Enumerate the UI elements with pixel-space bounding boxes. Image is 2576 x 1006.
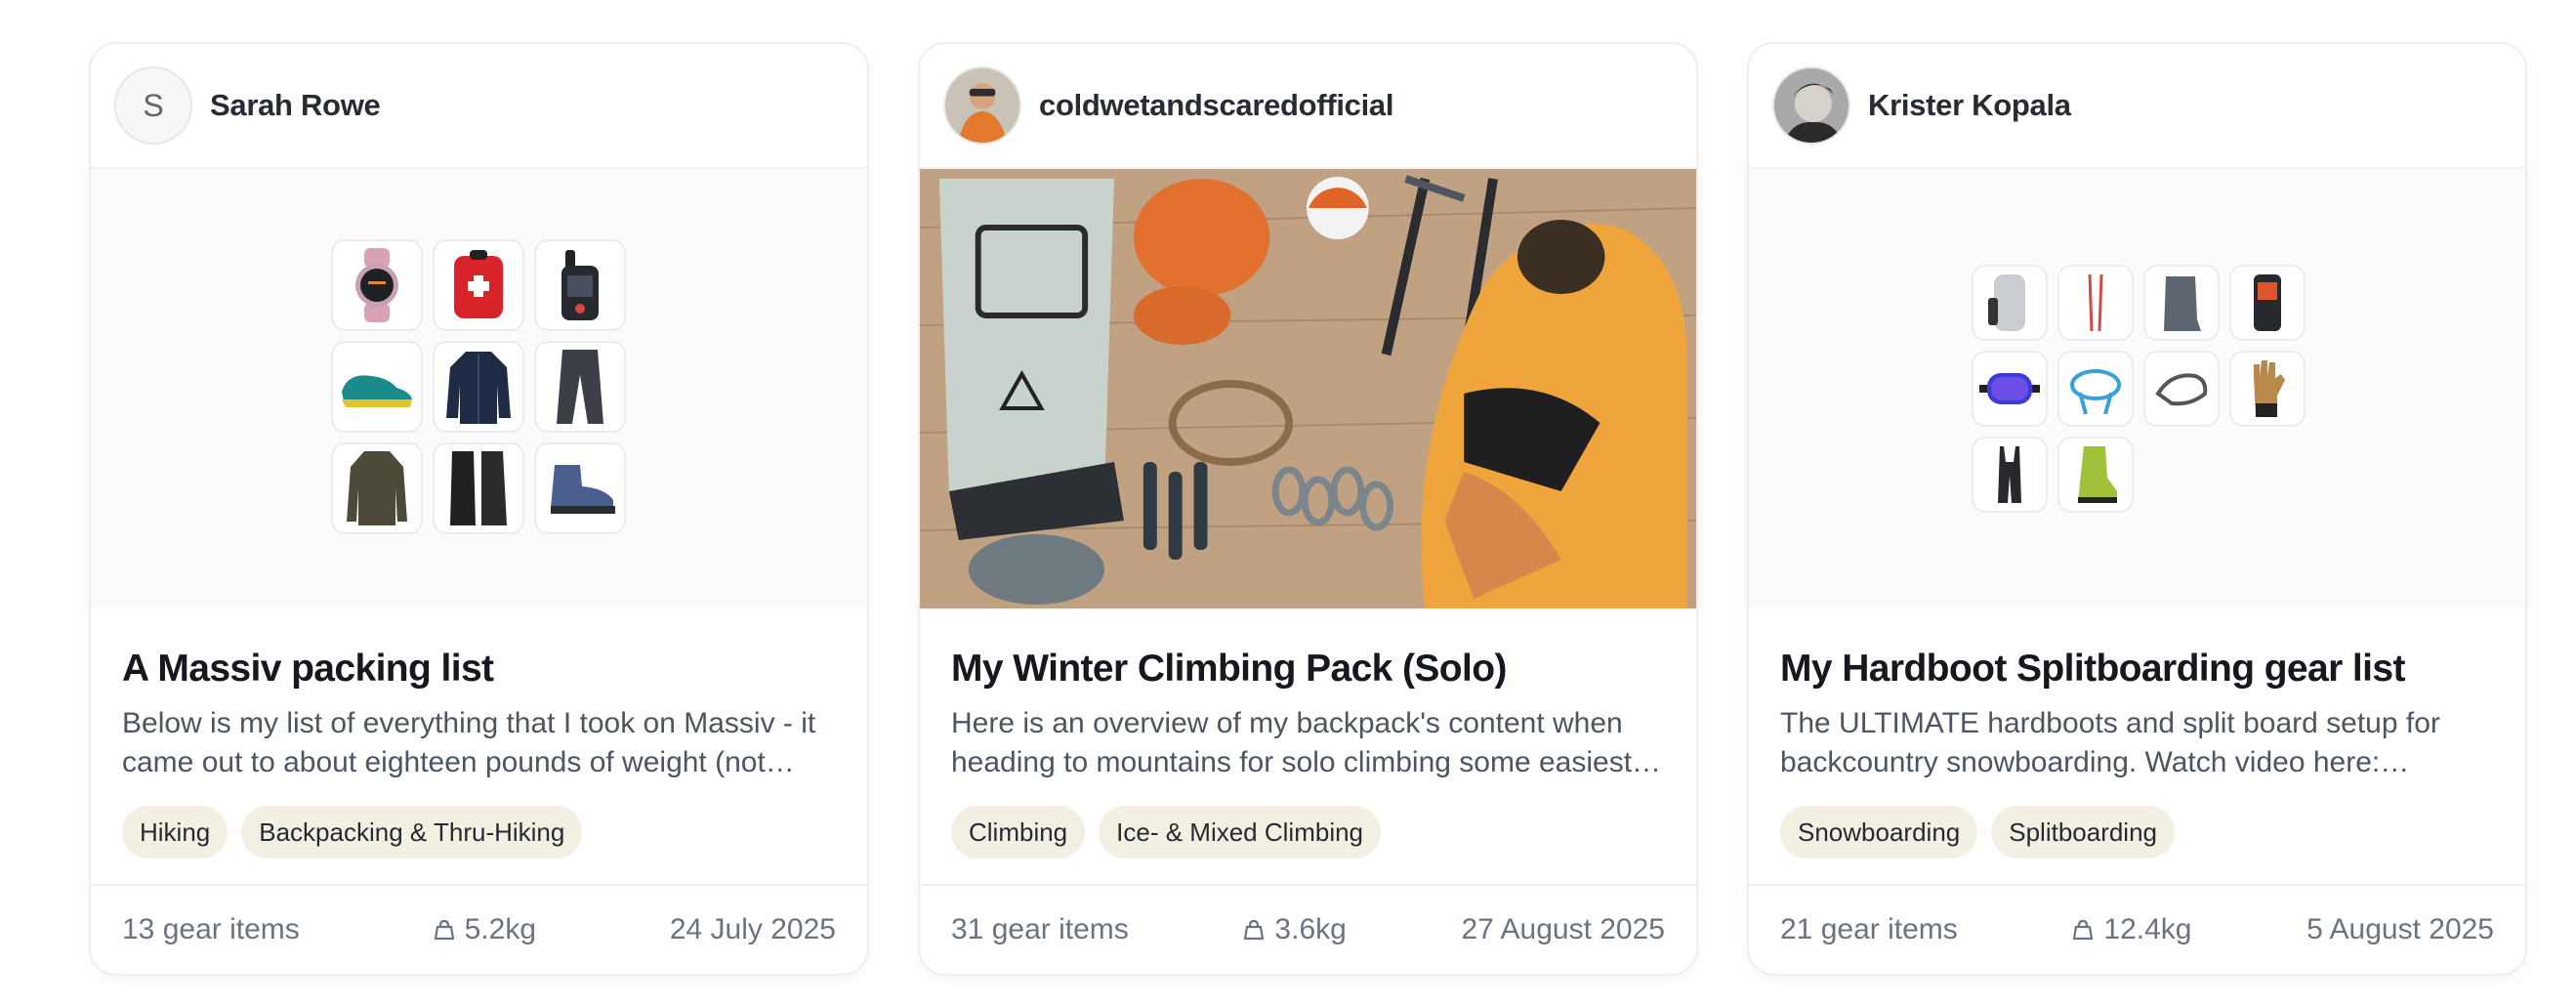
goggles-icon xyxy=(1972,351,2048,427)
tag[interactable]: Ice- & Mixed Climbing xyxy=(1099,806,1382,859)
gaiters-icon xyxy=(433,442,524,534)
gear-photo[interactable] xyxy=(920,169,1696,608)
weight-icon xyxy=(2073,919,2094,941)
card-header: coldwetandscaredofficial xyxy=(920,44,1696,169)
card-header: S Sarah Rowe xyxy=(91,44,867,169)
tag[interactable]: Snowboarding xyxy=(1780,806,1978,859)
pants-icon xyxy=(534,341,626,433)
avalanche-beacon-icon xyxy=(2229,265,2306,341)
list-date: 5 August 2025 xyxy=(2306,913,2494,945)
list-description: Here is an overview of my backpack's con… xyxy=(951,704,1665,782)
gps-device-icon xyxy=(534,239,626,331)
harness-icon xyxy=(2057,351,2134,427)
hiking-boot-icon xyxy=(534,442,626,534)
gear-list-card[interactable]: S Sarah Rowe A Massiv packing list Below… xyxy=(89,42,869,976)
user-photo-icon xyxy=(945,68,1019,143)
description-text: Below is my list of everything that I to… xyxy=(122,707,816,778)
card-header: Krister Kopala xyxy=(1749,44,2525,169)
gear-collage[interactable] xyxy=(91,169,867,608)
gear-count: 21 gear items xyxy=(1780,913,1958,945)
description-text: The ULTIMATE hardboots and split board s… xyxy=(1780,707,2440,778)
list-date: 24 July 2025 xyxy=(669,913,836,945)
user-photo-icon xyxy=(1774,68,1849,143)
watch-icon xyxy=(331,239,423,331)
gear-collage[interactable] xyxy=(1749,169,2525,608)
gear-count: 13 gear items xyxy=(122,913,300,945)
boot-liner-icon xyxy=(2143,265,2220,341)
weight-icon xyxy=(1244,919,1265,941)
list-description: Below is my list of everything that I to… xyxy=(122,704,836,782)
weight-stat: 5.2kg xyxy=(434,913,536,946)
author-name[interactable]: coldwetandscaredofficial xyxy=(1039,88,1393,123)
weight-stat: 3.6kg xyxy=(1243,913,1347,946)
poles-icon xyxy=(2057,265,2134,341)
list-title[interactable]: A Massiv packing list xyxy=(122,648,836,691)
weight-value: 3.6kg xyxy=(1274,913,1347,945)
gear-flatlay-photo xyxy=(920,169,1696,608)
description-text: Here is an overview of my backpack's con… xyxy=(951,707,1662,778)
first-aid-kit-icon xyxy=(433,239,524,331)
list-title[interactable]: My Hardboot Splitboarding gear list xyxy=(1780,648,2494,691)
card-footer: 31 gear items 3.6kg 27 August 2025 xyxy=(920,884,1696,974)
card-footer: 13 gear items 5.2kg 24 July 2025 xyxy=(91,884,867,974)
trail-shoe-icon xyxy=(331,341,423,433)
avatar[interactable] xyxy=(1772,66,1850,145)
weight-value: 5.2kg xyxy=(464,913,536,945)
avatar[interactable]: S xyxy=(114,66,192,145)
weight-icon xyxy=(434,919,454,941)
list-date: 27 August 2025 xyxy=(1461,913,1665,945)
tag[interactable]: Backpacking & Thru-Hiking xyxy=(241,806,583,859)
hardboot-icon xyxy=(2057,437,2134,513)
thumbnail-grid xyxy=(1972,265,2306,513)
tag-list: Climbing Ice- & Mixed Climbing xyxy=(951,806,1665,859)
tag[interactable]: Splitboarding xyxy=(1991,806,2176,859)
rain-jacket-icon xyxy=(331,442,423,534)
crampon-icon xyxy=(2143,351,2220,427)
tag[interactable]: Hiking xyxy=(122,806,229,859)
author-name[interactable]: Sarah Rowe xyxy=(210,88,381,123)
gear-count: 31 gear items xyxy=(951,913,1129,945)
avatar-initial: S xyxy=(143,87,164,123)
puffer-jacket-icon xyxy=(433,341,524,433)
list-title[interactable]: My Winter Climbing Pack (Solo) xyxy=(951,648,1665,691)
gear-list-card[interactable]: coldwetandscaredofficial My Winter Climb… xyxy=(918,42,1698,976)
card-footer: 21 gear items 12.4kg 5 August 2025 xyxy=(1749,884,2525,974)
author-name[interactable]: Krister Kopala xyxy=(1868,88,2071,123)
backpack-icon xyxy=(1972,265,2048,341)
tag-list: Hiking Backpacking & Thru-Hiking xyxy=(122,806,836,859)
tag[interactable]: Climbing xyxy=(951,806,1086,859)
weight-stat: 12.4kg xyxy=(2072,913,2192,946)
tag-list: Snowboarding Splitboarding xyxy=(1780,806,2494,859)
avatar[interactable] xyxy=(943,66,1021,145)
thumbnail-grid xyxy=(331,239,626,534)
weight-value: 12.4kg xyxy=(2103,913,2192,945)
glove-icon xyxy=(2229,351,2306,427)
gear-list-grid: S Sarah Rowe A Massiv packing list Below… xyxy=(0,0,2576,1006)
bib-pants-icon xyxy=(1972,437,2048,513)
gear-list-card[interactable]: Krister Kopala My Hardboot Splitboarding… xyxy=(1747,42,2527,976)
list-description: The ULTIMATE hardboots and split board s… xyxy=(1780,704,2494,782)
